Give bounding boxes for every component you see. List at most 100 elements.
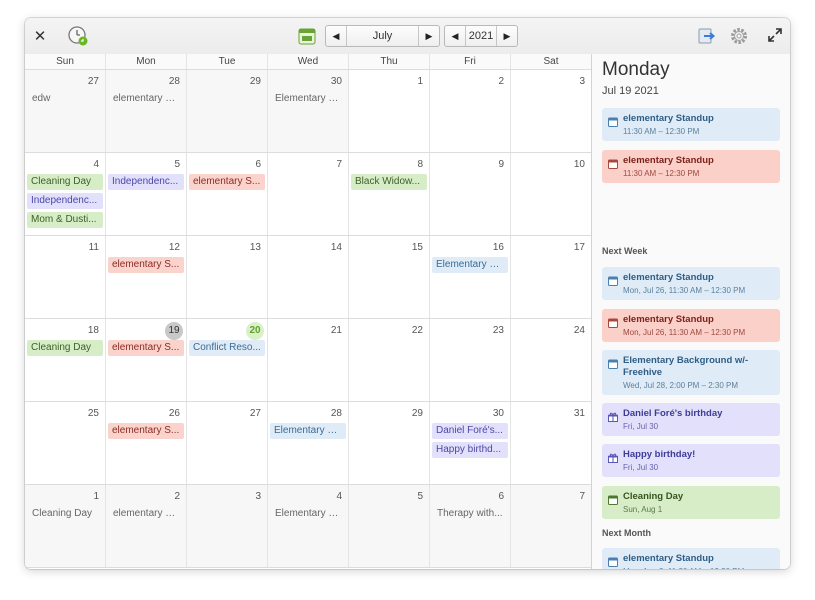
day-cell[interactable]: 29 xyxy=(349,402,430,484)
day-cell[interactable]: 6 Therapy with... xyxy=(430,485,511,567)
event-chip[interactable]: Daniel Foré's... xyxy=(432,423,508,439)
day-cell[interactable]: 5 Independenc... xyxy=(106,153,187,235)
sync-clock-icon[interactable] xyxy=(67,25,89,47)
day-cell[interactable]: 27 xyxy=(187,402,268,484)
event-chip[interactable]: Independenc... xyxy=(27,193,103,209)
day-events: Independenc... xyxy=(108,174,184,193)
day-cell[interactable]: 26 elementary S... xyxy=(106,402,187,484)
day-cell[interactable]: 22 xyxy=(349,319,430,401)
day-cell[interactable]: 5 xyxy=(349,485,430,567)
day-cell[interactable]: 23 xyxy=(430,319,511,401)
day-cell[interactable]: 31 xyxy=(511,402,591,484)
previous-month-button[interactable]: ◀ xyxy=(326,26,347,46)
close-icon[interactable]: ✕ xyxy=(31,27,49,45)
day-cell[interactable]: 16 Elementary B... xyxy=(430,236,511,318)
day-cell[interactable]: 17 xyxy=(511,236,591,318)
day-cell[interactable]: 21 xyxy=(268,319,349,401)
agenda-event[interactable]: elementary Standup 11:30 AM – 12:30 PM xyxy=(602,108,780,141)
day-cell[interactable]: 27 edw xyxy=(25,70,106,152)
day-cell[interactable]: 15 xyxy=(349,236,430,318)
event-chip[interactable]: Happy birthd... xyxy=(432,442,508,458)
next-year-button[interactable]: ▶ xyxy=(496,26,517,46)
day-cell[interactable]: 18 Cleaning Day xyxy=(25,319,106,401)
event-chip[interactable]: Independenc... xyxy=(108,174,184,190)
day-cell[interactable]: 19 elementary S... xyxy=(106,319,187,401)
agenda-event-time: Mon, Aug 2, 11:30 AM – 12:30 PM xyxy=(623,566,774,569)
event-chip[interactable]: elementary S... xyxy=(108,91,184,107)
day-cell[interactable]: 10 xyxy=(511,153,591,235)
calendar-icon xyxy=(608,315,618,328)
day-cell[interactable]: 1 Cleaning Day xyxy=(25,485,106,567)
fullscreen-icon[interactable] xyxy=(767,27,783,43)
day-cell[interactable]: 28 elementary S... xyxy=(106,70,187,152)
event-chip[interactable]: Cleaning Day xyxy=(27,506,103,522)
next-month-button[interactable]: ▶ xyxy=(418,26,439,46)
month-switcher: ◀ July ▶ xyxy=(325,25,440,47)
agenda-event[interactable]: Elementary Background w/- Freehive Wed, J… xyxy=(602,350,780,395)
day-cell[interactable]: 2 elementary S... xyxy=(106,485,187,567)
day-events: Elementary B... xyxy=(270,423,346,442)
day-cell[interactable]: 2 xyxy=(430,70,511,152)
event-chip[interactable]: elementary S... xyxy=(108,506,184,522)
agenda-event[interactable]: Cleaning Day Sun, Aug 1 xyxy=(602,486,780,519)
weekday-label: Thu xyxy=(349,54,430,69)
event-chip[interactable]: Cleaning Day xyxy=(27,174,103,190)
day-cell[interactable]: 12 elementary S... xyxy=(106,236,187,318)
event-chip[interactable]: Elementary B... xyxy=(270,506,346,522)
agenda-event[interactable]: elementary Standup Mon, Jul 26, 11:30 AM … xyxy=(602,267,780,300)
event-chip[interactable]: Conflict Reso... xyxy=(189,340,265,356)
day-cell[interactable]: 3 xyxy=(187,485,268,567)
day-cell[interactable]: 1 xyxy=(349,70,430,152)
day-cell[interactable]: 6 elementary S... xyxy=(187,153,268,235)
event-chip[interactable]: Elementary B... xyxy=(270,91,346,107)
go-to-today-icon[interactable] xyxy=(297,26,317,46)
day-cell[interactable]: 4 Cleaning Day Independenc... Mom & Dusti..… xyxy=(25,153,106,235)
event-chip[interactable]: Cleaning Day xyxy=(27,340,103,356)
event-chip[interactable]: elementary S... xyxy=(108,423,184,439)
day-events: elementary S... xyxy=(189,174,265,193)
day-cell[interactable]: 13 xyxy=(187,236,268,318)
day-number: 15 xyxy=(411,242,423,253)
event-chip[interactable]: Elementary B... xyxy=(432,257,508,273)
day-cell[interactable]: 30 Elementary B... xyxy=(268,70,349,152)
previous-year-button[interactable]: ◀ xyxy=(445,26,466,46)
day-cell[interactable]: 4 Elementary B... xyxy=(268,485,349,567)
event-chip[interactable]: edw xyxy=(27,91,103,107)
day-cell[interactable]: 28 Elementary B... xyxy=(268,402,349,484)
event-chip[interactable]: elementary S... xyxy=(108,257,184,273)
day-cell[interactable]: 25 xyxy=(25,402,106,484)
gear-icon[interactable] xyxy=(728,25,750,47)
day-cell[interactable]: 29 xyxy=(187,70,268,152)
event-chip[interactable]: Mom & Dusti... xyxy=(27,212,103,228)
day-number: 6 xyxy=(498,491,504,502)
day-cell[interactable]: 7 xyxy=(268,153,349,235)
agenda-event[interactable]: Daniel Foré's birthday Fri, Jul 30 xyxy=(602,403,780,436)
event-chip[interactable]: elementary S... xyxy=(108,340,184,356)
day-cell[interactable]: 24 xyxy=(511,319,591,401)
agenda-event[interactable]: elementary Standup Mon, Aug 2, 11:30 AM –… xyxy=(602,548,780,569)
day-cell[interactable]: 9 xyxy=(430,153,511,235)
agenda-event[interactable]: elementary Standup Mon, Jul 26, 11:30 AM … xyxy=(602,309,780,342)
day-events: elementary S... xyxy=(108,257,184,276)
day-cell[interactable]: 3 xyxy=(511,70,591,152)
day-events: elementary S... xyxy=(108,423,184,442)
day-cell[interactable]: 14 xyxy=(268,236,349,318)
event-chip[interactable]: Black Widow... xyxy=(351,174,427,190)
day-events: Daniel Foré's... Happy birthd... xyxy=(432,423,508,461)
agenda-event[interactable]: elementary Standup 11:30 AM – 12:30 PM xyxy=(602,150,780,183)
agenda-sidebar: Monday Jul 19 2021 elementary Standup 11:… xyxy=(591,54,790,569)
day-cell[interactable]: 7 xyxy=(511,485,591,567)
event-chip[interactable]: elementary S... xyxy=(189,174,265,190)
day-number: 29 xyxy=(411,408,423,419)
export-icon[interactable] xyxy=(698,27,718,45)
day-cell[interactable]: 8 Black Widow... xyxy=(349,153,430,235)
day-cell[interactable]: 11 xyxy=(25,236,106,318)
event-chip[interactable]: Elementary B... xyxy=(270,423,346,439)
agenda-event-time: Fri, Jul 30 xyxy=(623,463,659,472)
day-cell[interactable]: 20 Conflict Reso... xyxy=(187,319,268,401)
agenda-event[interactable]: Happy birthday! Fri, Jul 30 xyxy=(602,444,780,477)
event-chip[interactable]: Therapy with... xyxy=(432,506,508,522)
day-events: Elementary B... xyxy=(270,506,346,525)
day-cell[interactable]: 30 Daniel Foré's... Happy birthd... xyxy=(430,402,511,484)
day-number: 13 xyxy=(249,242,261,253)
